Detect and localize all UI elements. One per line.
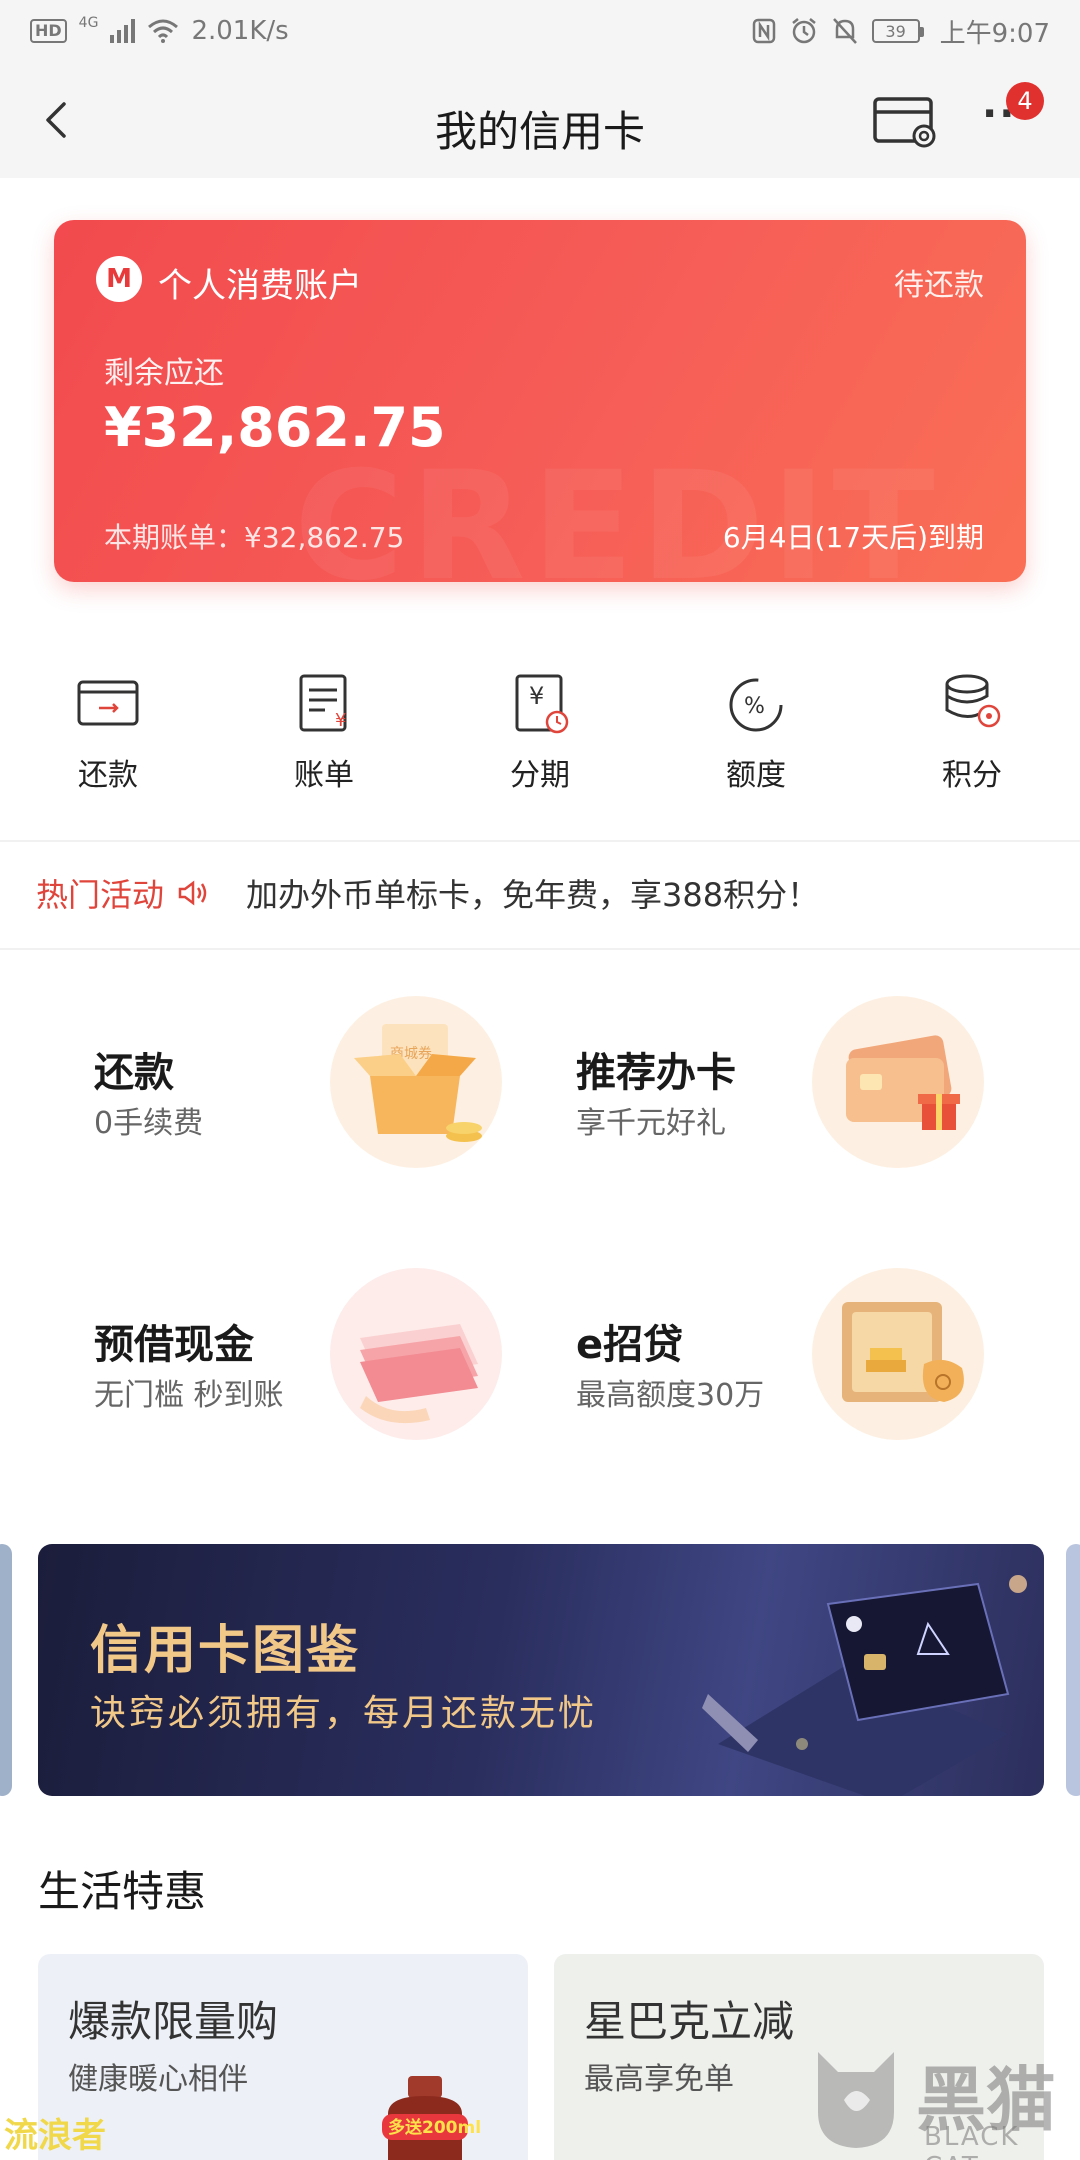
speaker-icon bbox=[178, 880, 207, 906]
due-date: 6月4日(17天后)到期 bbox=[722, 521, 984, 554]
network-type: 4G bbox=[78, 15, 99, 31]
bank-logo-icon: M bbox=[96, 256, 142, 302]
banner-subtitle: 诀窍必须拥有，每月还款无忧 bbox=[90, 1693, 598, 1734]
banner-prev-peek[interactable] bbox=[0, 1544, 12, 1796]
account-status: 待还款 bbox=[894, 268, 984, 303]
mute-bell-icon bbox=[832, 18, 857, 44]
hot-activity-label: 热门活动 bbox=[36, 876, 165, 914]
battery-icon: 39 bbox=[871, 19, 924, 43]
svg-text:¥: ¥ bbox=[529, 682, 544, 710]
bill-icon: ¥ bbox=[299, 674, 347, 732]
card-watermark: CREDIT bbox=[294, 440, 941, 582]
watermark-right-sub: BLACK CAT bbox=[924, 2122, 1020, 2160]
quick-action-installment[interactable]: ¥ 分期 bbox=[432, 670, 648, 800]
quick-action-bill[interactable]: ¥ 账单 bbox=[216, 670, 432, 800]
points-coins-icon bbox=[945, 674, 1001, 728]
quick-actions: 还款 ¥ 账单 ¥ 分期 % 额度 积分 bbox=[0, 670, 1080, 800]
life-card-limited-buy[interactable]: 爆款限量购 健康暖心相伴 多送200ml bbox=[38, 1954, 528, 2160]
svg-text:多送200ml: 多送200ml bbox=[388, 2117, 481, 2138]
remaining-label: 剩余应还 bbox=[104, 356, 224, 391]
quick-action-points[interactable]: 积分 bbox=[864, 670, 1080, 800]
safe-gold-illustration bbox=[812, 1268, 984, 1440]
hot-activity-text: 加办外币单标卡，免年费，享388积分！ bbox=[246, 876, 820, 914]
app-header: 我的信用卡 ··· 4 bbox=[0, 62, 1080, 178]
clock: 上午9:07 bbox=[939, 18, 1050, 49]
svg-text:%: % bbox=[744, 694, 765, 719]
installment-icon: ¥ bbox=[515, 674, 569, 734]
notification-badge: 4 bbox=[1006, 82, 1044, 120]
black-cat-logo-icon bbox=[818, 2052, 894, 2148]
credit-card-gift-illustration bbox=[812, 996, 984, 1168]
cash-stack-illustration bbox=[330, 1268, 502, 1440]
quick-action-limit[interactable]: % 额度 bbox=[648, 670, 864, 800]
nfc-icon bbox=[752, 18, 775, 44]
promo-tile-cash-advance[interactable]: 预借现金 无门槛 秒到账 bbox=[0, 1268, 540, 1582]
limit-percent-icon: % bbox=[729, 678, 783, 732]
divider bbox=[0, 948, 1080, 950]
banner-next-peek[interactable] bbox=[1066, 1544, 1080, 1796]
account-card[interactable]: CREDIT M 个人消费账户 待还款 剩余应还 ¥32,862.75 本期账单… bbox=[54, 220, 1026, 582]
current-bill: 本期账单：¥32,862.75 bbox=[104, 521, 405, 554]
hd-indicator: HD bbox=[30, 19, 67, 43]
repay-card-icon bbox=[77, 680, 139, 726]
drink-bottle-illustration: 多送200ml bbox=[382, 2076, 481, 2160]
svg-text:¥: ¥ bbox=[335, 710, 346, 731]
quick-action-repay[interactable]: 还款 bbox=[0, 670, 216, 800]
status-bar: HD 4G 2.01K/s 39 上午9:07 bbox=[0, 0, 1080, 62]
remaining-amount: ¥32,862.75 bbox=[104, 396, 446, 459]
signal-icon bbox=[110, 19, 136, 43]
alarm-icon bbox=[791, 18, 816, 44]
network-speed: 2.01K/s bbox=[191, 16, 289, 46]
account-name: 个人消费账户 bbox=[158, 266, 362, 306]
card-gallery-banner[interactable]: 信用卡图鉴 诀窍必须拥有，每月还款无忧 bbox=[38, 1544, 1044, 1796]
wifi-icon bbox=[148, 19, 179, 43]
credit-card-box-illustration bbox=[702, 1575, 1027, 1796]
hot-activity-bar[interactable]: 热门活动 加办外币单标卡，免年费，享388积分！ bbox=[36, 868, 819, 918]
card-settings-icon[interactable] bbox=[872, 96, 940, 148]
divider bbox=[0, 840, 1080, 842]
gift-box-illustration: 商城券 bbox=[330, 996, 502, 1168]
watermark-left: 流浪者 bbox=[4, 2116, 106, 2156]
banner-title: 信用卡图鉴 bbox=[90, 1621, 361, 1681]
promo-tile-e-loan[interactable]: e招贷 最高额度30万 bbox=[482, 1268, 1022, 1582]
life-section-title: 生活特惠 bbox=[38, 1867, 207, 1916]
